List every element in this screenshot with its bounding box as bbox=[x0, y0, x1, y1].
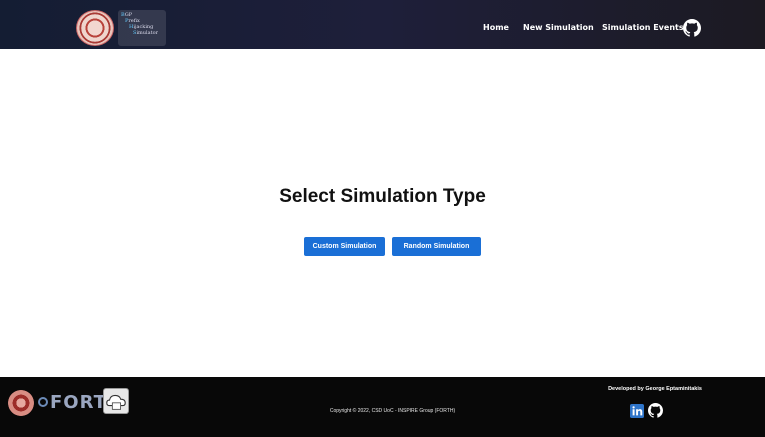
page-title: Select Simulation Type bbox=[279, 186, 486, 207]
brand-line-4: Simulator bbox=[133, 30, 158, 36]
nav-simulation-events[interactable]: Simulation Events bbox=[602, 23, 684, 32]
custom-simulation-button[interactable]: Custom Simulation bbox=[304, 237, 385, 256]
github-icon[interactable] bbox=[683, 19, 701, 37]
brand-logo[interactable]: BGP Prefix Hijacking Simulator bbox=[76, 10, 166, 46]
university-seal-icon bbox=[76, 10, 114, 46]
linkedin-icon[interactable] bbox=[630, 404, 644, 418]
nav-new-simulation[interactable]: New Simulation bbox=[523, 23, 594, 32]
top-navbar: BGP Prefix Hijacking Simulator Home New … bbox=[0, 0, 765, 49]
nav-home[interactable]: Home bbox=[483, 23, 509, 32]
github-icon[interactable] bbox=[648, 403, 663, 418]
random-simulation-button[interactable]: Random Simulation bbox=[392, 237, 481, 256]
developer-credit: Developed by George Eptaminitakis bbox=[608, 386, 702, 392]
brand-text-box: BGP Prefix Hijacking Simulator bbox=[118, 10, 166, 46]
